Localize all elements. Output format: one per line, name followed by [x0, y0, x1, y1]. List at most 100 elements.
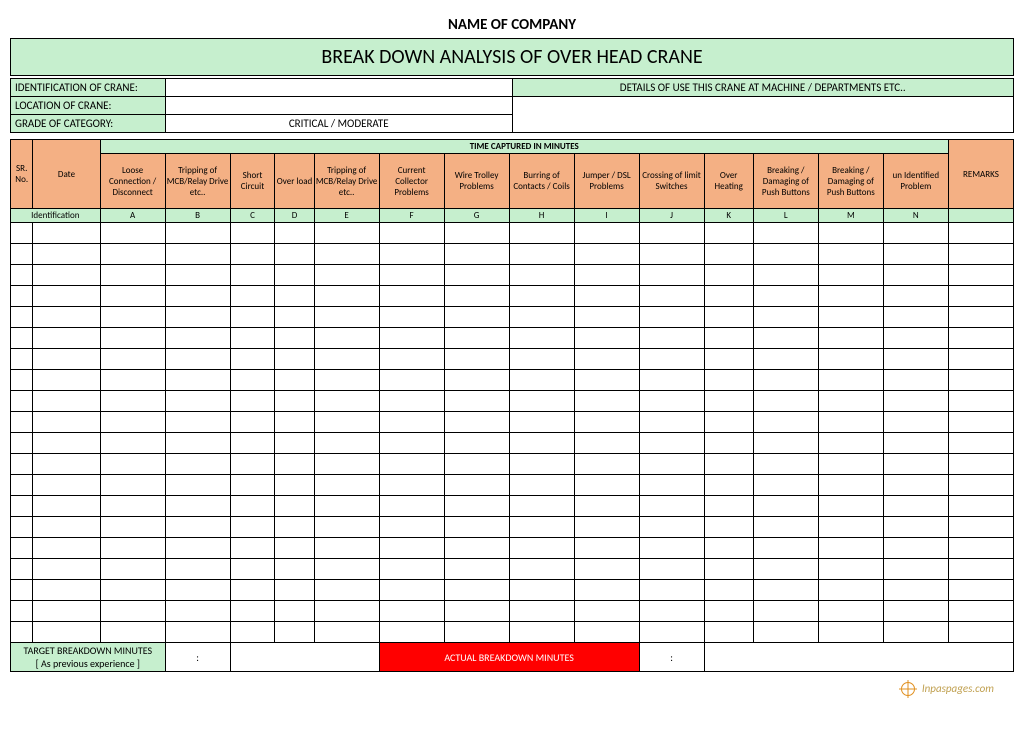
data-cell[interactable] — [100, 223, 165, 244]
data-cell[interactable] — [275, 538, 314, 559]
data-cell[interactable] — [230, 475, 275, 496]
data-cell[interactable] — [818, 496, 883, 517]
data-cell[interactable] — [165, 244, 230, 265]
identification-value[interactable] — [166, 79, 512, 96]
data-cell[interactable] — [818, 391, 883, 412]
data-cell[interactable] — [379, 433, 444, 454]
data-cell[interactable] — [753, 517, 818, 538]
data-cell[interactable] — [574, 244, 639, 265]
data-cell[interactable] — [33, 307, 100, 328]
data-cell[interactable] — [818, 454, 883, 475]
data-cell[interactable] — [33, 622, 100, 643]
data-cell[interactable] — [509, 349, 574, 370]
data-cell[interactable] — [33, 349, 100, 370]
data-cell[interactable] — [948, 580, 1013, 601]
data-cell[interactable] — [275, 370, 314, 391]
data-cell[interactable] — [883, 496, 948, 517]
data-cell[interactable] — [753, 559, 818, 580]
data-cell[interactable] — [230, 265, 275, 286]
data-cell[interactable] — [948, 601, 1013, 622]
data-cell[interactable] — [639, 412, 704, 433]
data-cell[interactable] — [704, 517, 753, 538]
data-cell[interactable] — [33, 244, 100, 265]
data-cell[interactable] — [275, 517, 314, 538]
data-cell[interactable] — [275, 454, 314, 475]
data-cell[interactable] — [574, 601, 639, 622]
data-cell[interactable] — [883, 475, 948, 496]
data-cell[interactable] — [314, 622, 379, 643]
data-cell[interactable] — [33, 559, 100, 580]
data-cell[interactable] — [100, 433, 165, 454]
data-cell[interactable] — [165, 223, 230, 244]
data-cell[interactable] — [444, 265, 509, 286]
data-cell[interactable] — [275, 475, 314, 496]
data-cell[interactable] — [314, 496, 379, 517]
data-cell[interactable] — [33, 265, 100, 286]
data-cell[interactable] — [509, 391, 574, 412]
data-cell[interactable] — [11, 286, 33, 307]
data-cell[interactable] — [33, 601, 100, 622]
data-cell[interactable] — [818, 286, 883, 307]
data-cell[interactable] — [509, 412, 574, 433]
data-cell[interactable] — [948, 517, 1013, 538]
data-cell[interactable] — [11, 349, 33, 370]
data-cell[interactable] — [444, 538, 509, 559]
data-cell[interactable] — [753, 580, 818, 601]
data-cell[interactable] — [574, 412, 639, 433]
data-cell[interactable] — [11, 328, 33, 349]
data-cell[interactable] — [818, 265, 883, 286]
data-cell[interactable] — [574, 370, 639, 391]
data-cell[interactable] — [33, 328, 100, 349]
data-cell[interactable] — [883, 538, 948, 559]
data-cell[interactable] — [509, 538, 574, 559]
data-cell[interactable] — [704, 307, 753, 328]
data-cell[interactable] — [165, 517, 230, 538]
data-cell[interactable] — [379, 559, 444, 580]
data-cell[interactable] — [165, 433, 230, 454]
data-cell[interactable] — [753, 223, 818, 244]
data-cell[interactable] — [574, 538, 639, 559]
data-cell[interactable] — [165, 601, 230, 622]
data-cell[interactable] — [509, 265, 574, 286]
data-cell[interactable] — [11, 433, 33, 454]
target-value[interactable] — [230, 643, 379, 672]
data-cell[interactable] — [704, 223, 753, 244]
data-cell[interactable] — [314, 286, 379, 307]
data-cell[interactable] — [704, 622, 753, 643]
data-cell[interactable] — [639, 370, 704, 391]
data-cell[interactable] — [444, 496, 509, 517]
data-cell[interactable] — [948, 538, 1013, 559]
data-cell[interactable] — [639, 517, 704, 538]
data-cell[interactable] — [704, 475, 753, 496]
data-cell[interactable] — [948, 328, 1013, 349]
data-cell[interactable] — [509, 559, 574, 580]
data-cell[interactable] — [314, 391, 379, 412]
data-cell[interactable] — [948, 412, 1013, 433]
data-cell[interactable] — [100, 517, 165, 538]
data-cell[interactable] — [753, 328, 818, 349]
data-cell[interactable] — [379, 601, 444, 622]
data-cell[interactable] — [165, 622, 230, 643]
data-cell[interactable] — [883, 517, 948, 538]
data-cell[interactable] — [275, 265, 314, 286]
data-cell[interactable] — [509, 286, 574, 307]
data-cell[interactable] — [818, 475, 883, 496]
data-cell[interactable] — [818, 349, 883, 370]
data-cell[interactable] — [379, 244, 444, 265]
data-cell[interactable] — [639, 223, 704, 244]
data-cell[interactable] — [379, 223, 444, 244]
data-cell[interactable] — [509, 244, 574, 265]
data-cell[interactable] — [100, 349, 165, 370]
data-cell[interactable] — [314, 307, 379, 328]
data-cell[interactable] — [704, 286, 753, 307]
data-cell[interactable] — [379, 622, 444, 643]
data-cell[interactable] — [883, 622, 948, 643]
data-cell[interactable] — [230, 601, 275, 622]
data-cell[interactable] — [948, 349, 1013, 370]
data-cell[interactable] — [639, 349, 704, 370]
data-cell[interactable] — [165, 286, 230, 307]
data-cell[interactable] — [444, 580, 509, 601]
data-cell[interactable] — [753, 307, 818, 328]
data-cell[interactable] — [275, 412, 314, 433]
data-cell[interactable] — [753, 622, 818, 643]
